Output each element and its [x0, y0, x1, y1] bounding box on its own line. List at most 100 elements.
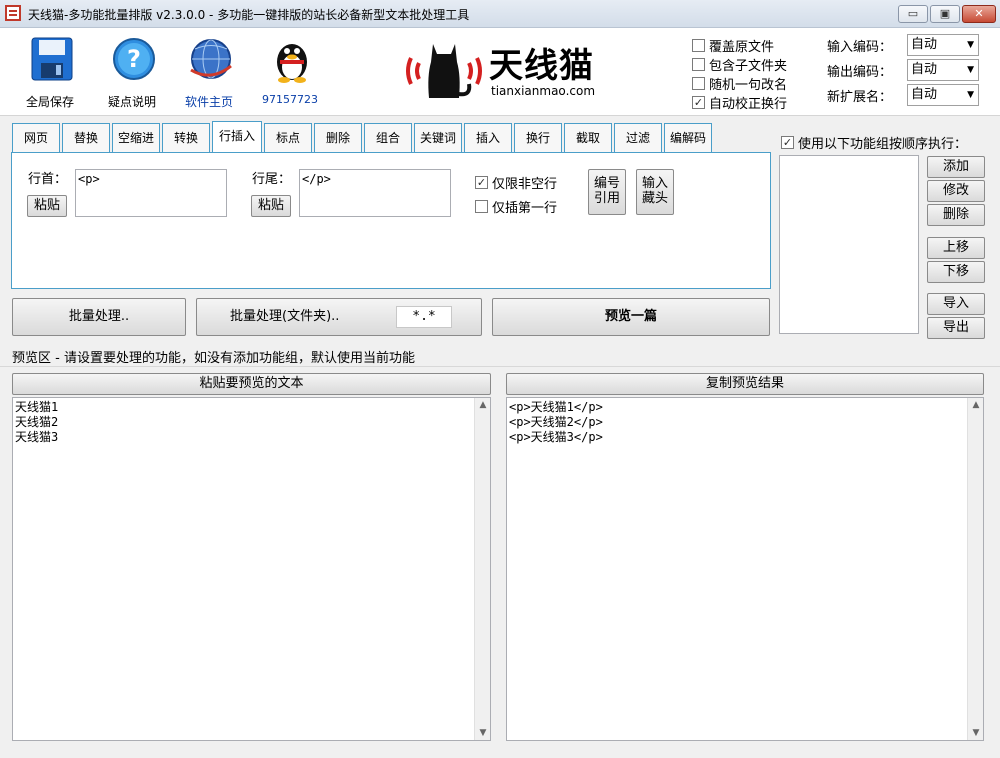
preview-one-button[interactable]: 预览一篇 — [492, 298, 770, 336]
save-all-label: 全局保存 — [25, 95, 74, 109]
edit-group-button[interactable]: 修改 — [927, 180, 985, 202]
input-scrollbar[interactable]: ▲ ▼ — [474, 398, 490, 740]
line-insert-panel: 行首： 粘贴 <p> 行尾： 粘贴 </p> ✓ 仅限非空行 仅插第一行 编号 引… — [11, 152, 771, 289]
input-encoding-select[interactable]: 自动 ▼ — [907, 34, 979, 56]
tab-webpage[interactable]: 网页 — [12, 123, 60, 153]
close-button[interactable]: ✕ — [962, 5, 996, 23]
overwrite-label: 覆盖原文件 — [709, 40, 775, 55]
copy-result-button[interactable]: 复制预览结果 — [506, 373, 984, 395]
delete-group-button[interactable]: 删除 — [927, 204, 985, 226]
use-function-group-checkbox[interactable]: ✓ 使用以下功能组按顺序执行： — [781, 133, 967, 152]
line-tail-label: 行尾： — [252, 172, 292, 187]
auto-fix-newline-checkbox[interactable]: ✓ 自动校正换行 — [692, 93, 787, 112]
tab-replace[interactable]: 替换 — [62, 123, 110, 153]
qq-label: 97157723 — [262, 93, 318, 106]
tab-extract[interactable]: 截取 — [564, 123, 612, 153]
checkbox-box — [692, 39, 705, 52]
window-title: 天线猫-多功能批量排版 v2.3.0.0 - 多功能一键排版的站长必备新型文本批… — [28, 8, 470, 22]
export-button[interactable]: 导出 — [927, 317, 985, 339]
output-encoding-select[interactable]: 自动 ▼ — [907, 59, 979, 81]
toolbar: 全局保存 ? 疑点说明 软件主页 97157723 天线猫 tianxianma… — [0, 28, 1000, 116]
new-extension-value: 自动 — [911, 87, 938, 102]
tab-convert[interactable]: 转换 — [162, 123, 210, 153]
output-encoding-label: 输出编码： — [827, 65, 893, 80]
dropdown-arrow-icon: ▼ — [967, 40, 974, 50]
line-head-input[interactable]: <p> — [75, 169, 227, 217]
preview-input-textarea[interactable]: 天线猫1 天线猫2 天线猫3 — [12, 397, 491, 741]
only-nonempty-checkbox[interactable]: ✓ 仅限非空行 — [475, 173, 557, 192]
tab-insert[interactable]: 插入 — [464, 123, 512, 153]
tab-keyword[interactable]: 关键词 — [414, 123, 462, 153]
tail-paste-button[interactable]: 粘贴 — [251, 195, 291, 217]
batch-folder-label: 批量处理(文件夹).. — [230, 309, 340, 324]
preview-output-textarea[interactable]: <p>天线猫1</p> <p>天线猫2</p> <p>天线猫3</p> — [506, 397, 984, 741]
only-first-line-label: 仅插第一行 — [492, 201, 558, 216]
only-nonempty-label: 仅限非空行 — [492, 177, 558, 192]
divider — [0, 366, 1000, 367]
checkbox-box — [692, 77, 705, 90]
move-up-button[interactable]: 上移 — [927, 237, 985, 259]
globe-icon — [190, 39, 232, 79]
tab-newline[interactable]: 换行 — [514, 123, 562, 153]
checkmark-icon: ✓ — [475, 176, 488, 189]
tab-punctuation[interactable]: 标点 — [264, 123, 312, 153]
import-button[interactable]: 导入 — [927, 293, 985, 315]
auto-fix-newline-label: 自动校正换行 — [709, 97, 788, 112]
scroll-up-icon[interactable]: ▲ — [475, 400, 491, 410]
homepage-label: 软件主页 — [184, 95, 233, 109]
preview-hint: 预览区 - 请设置要处理的功能，如没有添加功能组，默认使用当前功能 — [12, 351, 415, 366]
homepage-link[interactable]: 软件主页 — [169, 28, 249, 116]
restore-button[interactable]: ▣ — [930, 5, 960, 23]
svg-text:?: ? — [127, 45, 141, 73]
qq-penguin-icon — [277, 44, 307, 83]
function-group-list[interactable] — [779, 155, 919, 334]
scroll-down-icon[interactable]: ▼ — [475, 728, 491, 738]
acrostic-input-button[interactable]: 输入 藏头 — [636, 169, 674, 215]
scroll-up-icon[interactable]: ▲ — [968, 400, 984, 410]
paste-preview-button[interactable]: 粘贴要预览的文本 — [12, 373, 491, 395]
close-icon: ✕ — [974, 7, 984, 20]
tab-codec[interactable]: 编解码 — [664, 123, 712, 153]
checkbox-box — [475, 200, 488, 213]
output-scrollbar[interactable]: ▲ ▼ — [967, 398, 983, 740]
restore-icon: ▣ — [939, 7, 951, 20]
tab-combine[interactable]: 组合 — [364, 123, 412, 153]
help-button[interactable]: ? 疑点说明 — [92, 28, 172, 116]
new-extension-label: 新扩展名： — [827, 90, 893, 105]
add-group-button[interactable]: 添加 — [927, 156, 985, 178]
overwrite-checkbox[interactable]: 覆盖原文件 — [692, 36, 774, 55]
minimize-icon: ▭ — [907, 7, 919, 20]
tab-delete[interactable]: 删除 — [314, 123, 362, 153]
checkmark-icon: ✓ — [781, 136, 794, 149]
scroll-down-icon[interactable]: ▼ — [968, 728, 984, 738]
batch-process-button[interactable]: 批量处理.. — [12, 298, 186, 336]
line-tail-input[interactable]: </p> — [299, 169, 451, 217]
input-encoding-value: 自动 — [911, 37, 938, 52]
logo: 天线猫 tianxianmao.com — [405, 34, 605, 114]
tab-indent[interactable]: 空缩进 — [112, 123, 160, 153]
minimize-button[interactable]: ▭ — [898, 5, 928, 23]
random-rename-checkbox[interactable]: 随机一句改名 — [692, 74, 787, 93]
dropdown-arrow-icon: ▼ — [967, 65, 974, 75]
batch-folder-button[interactable]: 批量处理(文件夹).. *.* — [196, 298, 482, 336]
logo-domain: tianxianmao.com — [491, 84, 596, 98]
title-bar: 天线猫-多功能批量排版 v2.3.0.0 - 多功能一键排版的站长必备新型文本批… — [0, 0, 1000, 28]
line-head-label: 行首： — [28, 172, 68, 187]
include-subfolders-checkbox[interactable]: 包含子文件夹 — [692, 55, 787, 74]
logo-title: 天线猫 — [489, 46, 594, 86]
head-paste-button[interactable]: 粘贴 — [27, 195, 67, 217]
qq-link[interactable]: 97157723 — [250, 28, 330, 116]
new-extension-select[interactable]: 自动 ▼ — [907, 84, 979, 106]
include-subfolders-label: 包含子文件夹 — [709, 59, 788, 74]
input-encoding-label: 输入编码： — [827, 40, 893, 55]
help-label: 疑点说明 — [107, 95, 156, 109]
tab-filter[interactable]: 过滤 — [614, 123, 662, 153]
number-quote-button[interactable]: 编号 引用 — [588, 169, 626, 215]
tab-line-insert[interactable]: 行插入 — [212, 121, 262, 153]
file-filter-input[interactable]: *.* — [396, 306, 452, 328]
question-icon: ? — [113, 38, 155, 80]
only-first-line-checkbox[interactable]: 仅插第一行 — [475, 197, 557, 216]
dropdown-arrow-icon: ▼ — [967, 90, 974, 100]
save-all-button[interactable]: 全局保存 — [10, 28, 90, 116]
move-down-button[interactable]: 下移 — [927, 261, 985, 283]
